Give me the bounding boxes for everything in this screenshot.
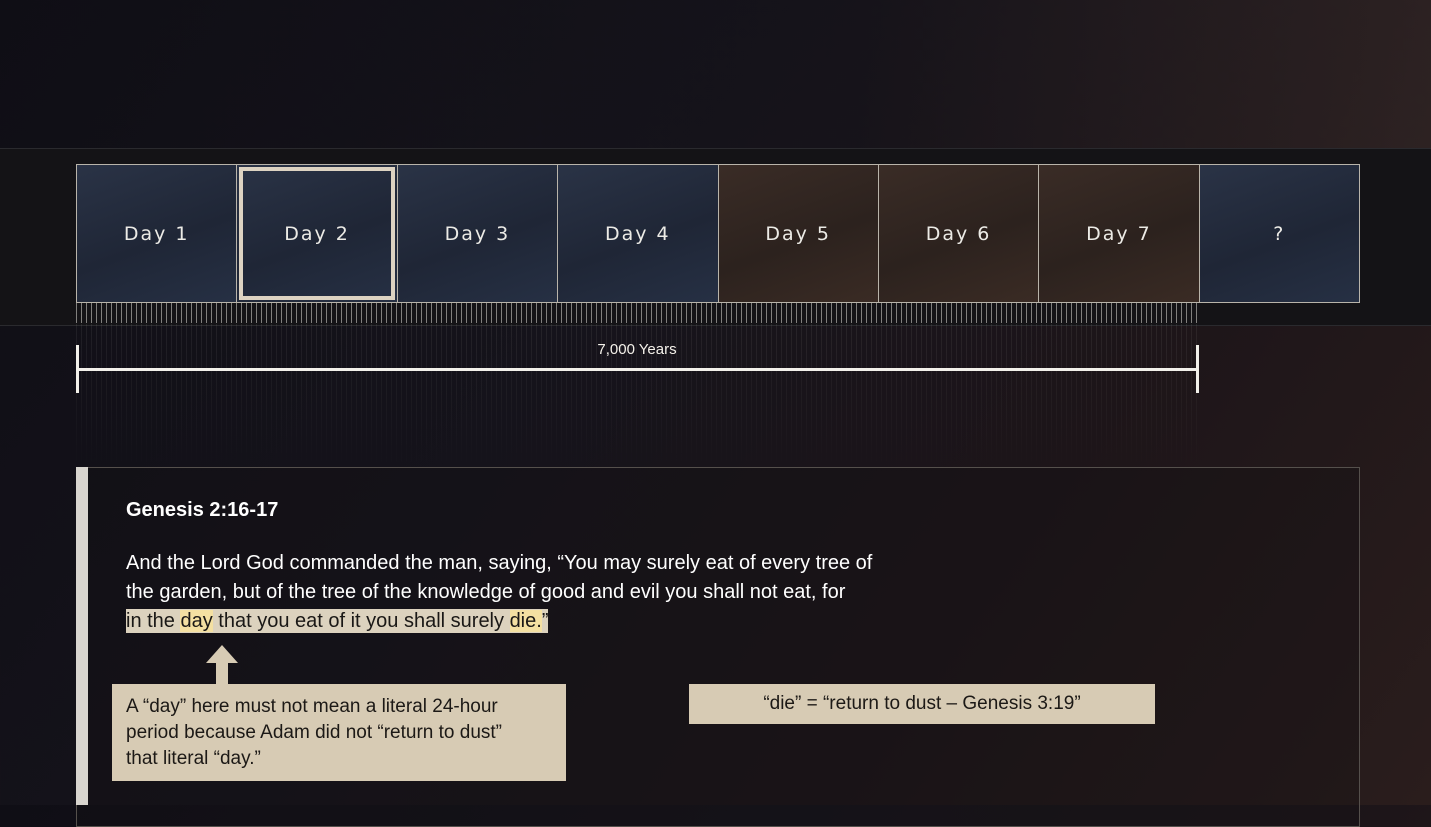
day-3-tile[interactable]: Day 3 [397,165,559,302]
highlight-phrase: in the day that you eat of it you shall … [126,609,549,633]
verse-line-2: the garden, but of the tree of the knowl… [126,581,846,603]
verse-line-1: And the Lord God commanded the man, sayi… [126,552,873,574]
day-6-tile[interactable]: Day 6 [878,165,1040,302]
day-note-line-3: that literal “day.” [126,748,261,769]
unknown-day-tile[interactable]: ? [1199,165,1359,302]
day-4-label: Day 4 [604,222,671,245]
die-definition-note: “die” = “return to dust – Genesis 3:19” [689,684,1155,724]
panel-accent-bar [76,467,88,805]
verse-line-3-middle: that you eat of it you shall surely [212,610,510,632]
day-timeline: Day 1 Day 2 Day 3 Day 4 Day 5 Day 6 Day … [76,164,1360,303]
day-1-label: Day 1 [123,222,190,245]
day-4-tile[interactable]: Day 4 [558,165,719,302]
verse-line-3: in the day that you eat of it you shall … [126,607,956,636]
highlight-word-die: die. [509,610,542,632]
day-5-label: Day 5 [765,222,832,245]
verse-line-3-end: ” [541,610,549,632]
day-3-label: Day 3 [444,222,511,245]
scripture-reference: Genesis 2:16-17 [126,499,279,521]
day-7-label: Day 7 [1086,222,1152,245]
day-7-tile[interactable]: Day 7 [1039,165,1200,302]
timeline-ruler-ticks [76,303,1198,323]
day-note-line-1: A “day” here must not mean a literal 24-… [126,696,498,717]
day-1-tile[interactable]: Day 1 [77,165,238,302]
day-2-label: Day 2 [284,222,350,245]
day-explanation-note: A “day” here must not mean a literal 24-… [112,684,566,781]
day-6-label: Day 6 [925,222,992,245]
arrow-up-icon [206,645,238,687]
day-2-tile[interactable]: Day 2 [237,165,398,302]
span-line [77,368,1197,371]
scripture-text: And the Lord God commanded the man, sayi… [126,549,956,636]
unknown-day-label: ? [1273,222,1286,245]
background-glow [0,0,1431,150]
day-note-line-2: period because Adam did not “return to d… [126,722,503,743]
verse-line-3-start: in the [126,610,181,632]
highlight-word-day: day [180,610,213,632]
span-label: 7,000 Years [597,341,677,358]
day-5-tile[interactable]: Day 5 [718,165,879,302]
